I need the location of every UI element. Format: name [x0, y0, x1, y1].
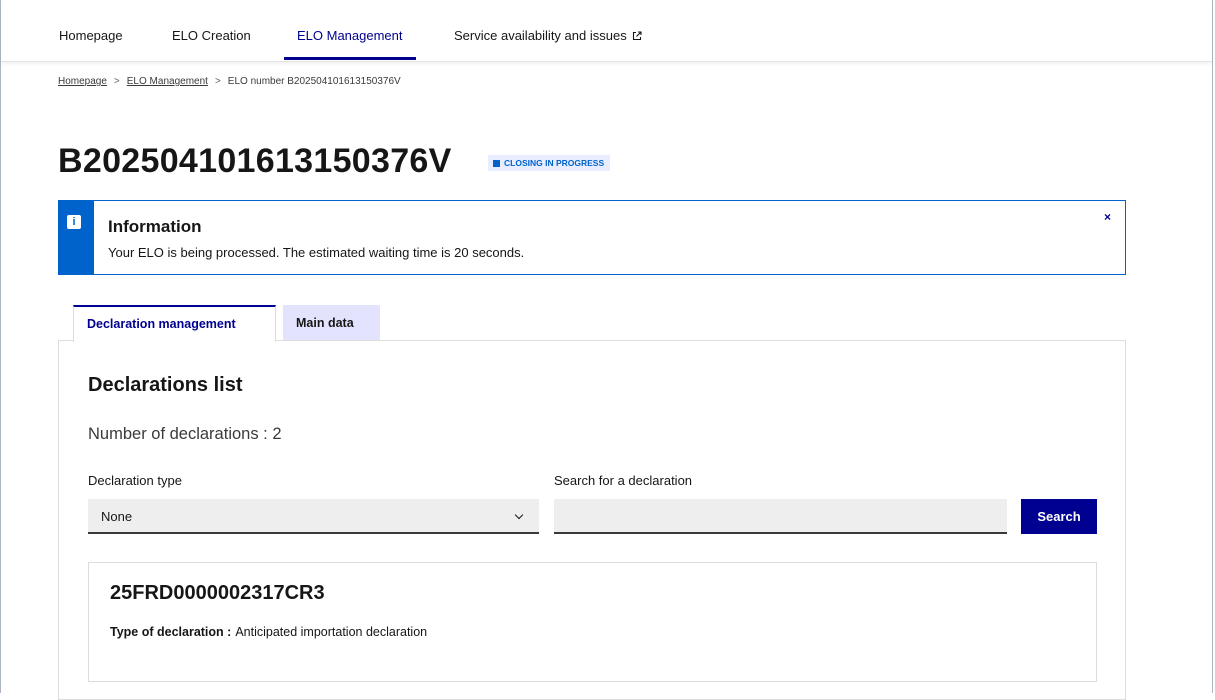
nav-homepage[interactable]: Homepage: [59, 28, 123, 43]
nav-service-availability[interactable]: Service availability and issues: [454, 28, 642, 43]
top-navigation: Homepage ELO Creation ELO Management Ser…: [1, 0, 1212, 62]
status-square-icon: [493, 159, 500, 167]
nav-elo-creation[interactable]: ELO Creation: [172, 28, 251, 43]
declaration-card[interactable]: 25FRD0000002317CR3 Type of declaration :…: [88, 562, 1097, 682]
breadcrumb-current: ELO number B202504101613150376V: [227, 76, 401, 87]
chevron-down-icon: [514, 510, 524, 520]
status-badge: CLOSING IN PROGRESS: [488, 155, 611, 171]
declaration-type-line: Type of declaration : Anticipated importa…: [110, 625, 427, 639]
nav-elo-management[interactable]: ELO Management: [297, 28, 403, 43]
breadcrumb: Homepage > ELO Management > ELO number B2025…: [58, 76, 401, 87]
declaration-type-value: None: [101, 509, 133, 524]
declaration-type-label: Declaration type: [88, 473, 182, 488]
breadcrumb-homepage[interactable]: Homepage: [58, 76, 107, 87]
declaration-number: 25FRD0000002317CR3: [110, 582, 325, 604]
breadcrumb-separator: >: [214, 76, 221, 87]
alert-message: Your ELO is being processed. The estimat…: [108, 245, 525, 260]
nav-service-availability-label: Service availability and issues: [454, 28, 627, 43]
nav-active-indicator: [284, 57, 416, 60]
external-link-icon: [632, 31, 642, 41]
search-label: Search for a declaration: [554, 473, 693, 488]
alert-title: Information: [108, 217, 202, 236]
close-icon[interactable]: ×: [1104, 210, 1111, 224]
declaration-type-select[interactable]: None: [88, 499, 539, 534]
declarations-list-title: Declarations list: [88, 374, 243, 396]
tab-declaration-management[interactable]: Declaration management: [73, 305, 276, 342]
declarations-count: Number of declarations : 2: [88, 425, 282, 443]
search-button[interactable]: Search: [1021, 499, 1097, 534]
info-icon: i: [67, 215, 81, 229]
declaration-type-line-value: Anticipated importation declaration: [235, 625, 428, 639]
info-alert: i Information Your ELO is being processe…: [58, 200, 1126, 275]
declaration-type-line-label: Type of declaration :: [110, 625, 232, 639]
search-input[interactable]: [554, 499, 1007, 534]
breadcrumb-elo-management[interactable]: ELO Management: [127, 76, 208, 87]
alert-side-bar: i: [58, 200, 94, 275]
breadcrumb-separator: >: [113, 76, 120, 87]
page-title: B202504101613150376V: [58, 142, 452, 180]
tab-main-data[interactable]: Main data: [283, 305, 380, 341]
status-badge-label: CLOSING IN PROGRESS: [504, 158, 605, 168]
